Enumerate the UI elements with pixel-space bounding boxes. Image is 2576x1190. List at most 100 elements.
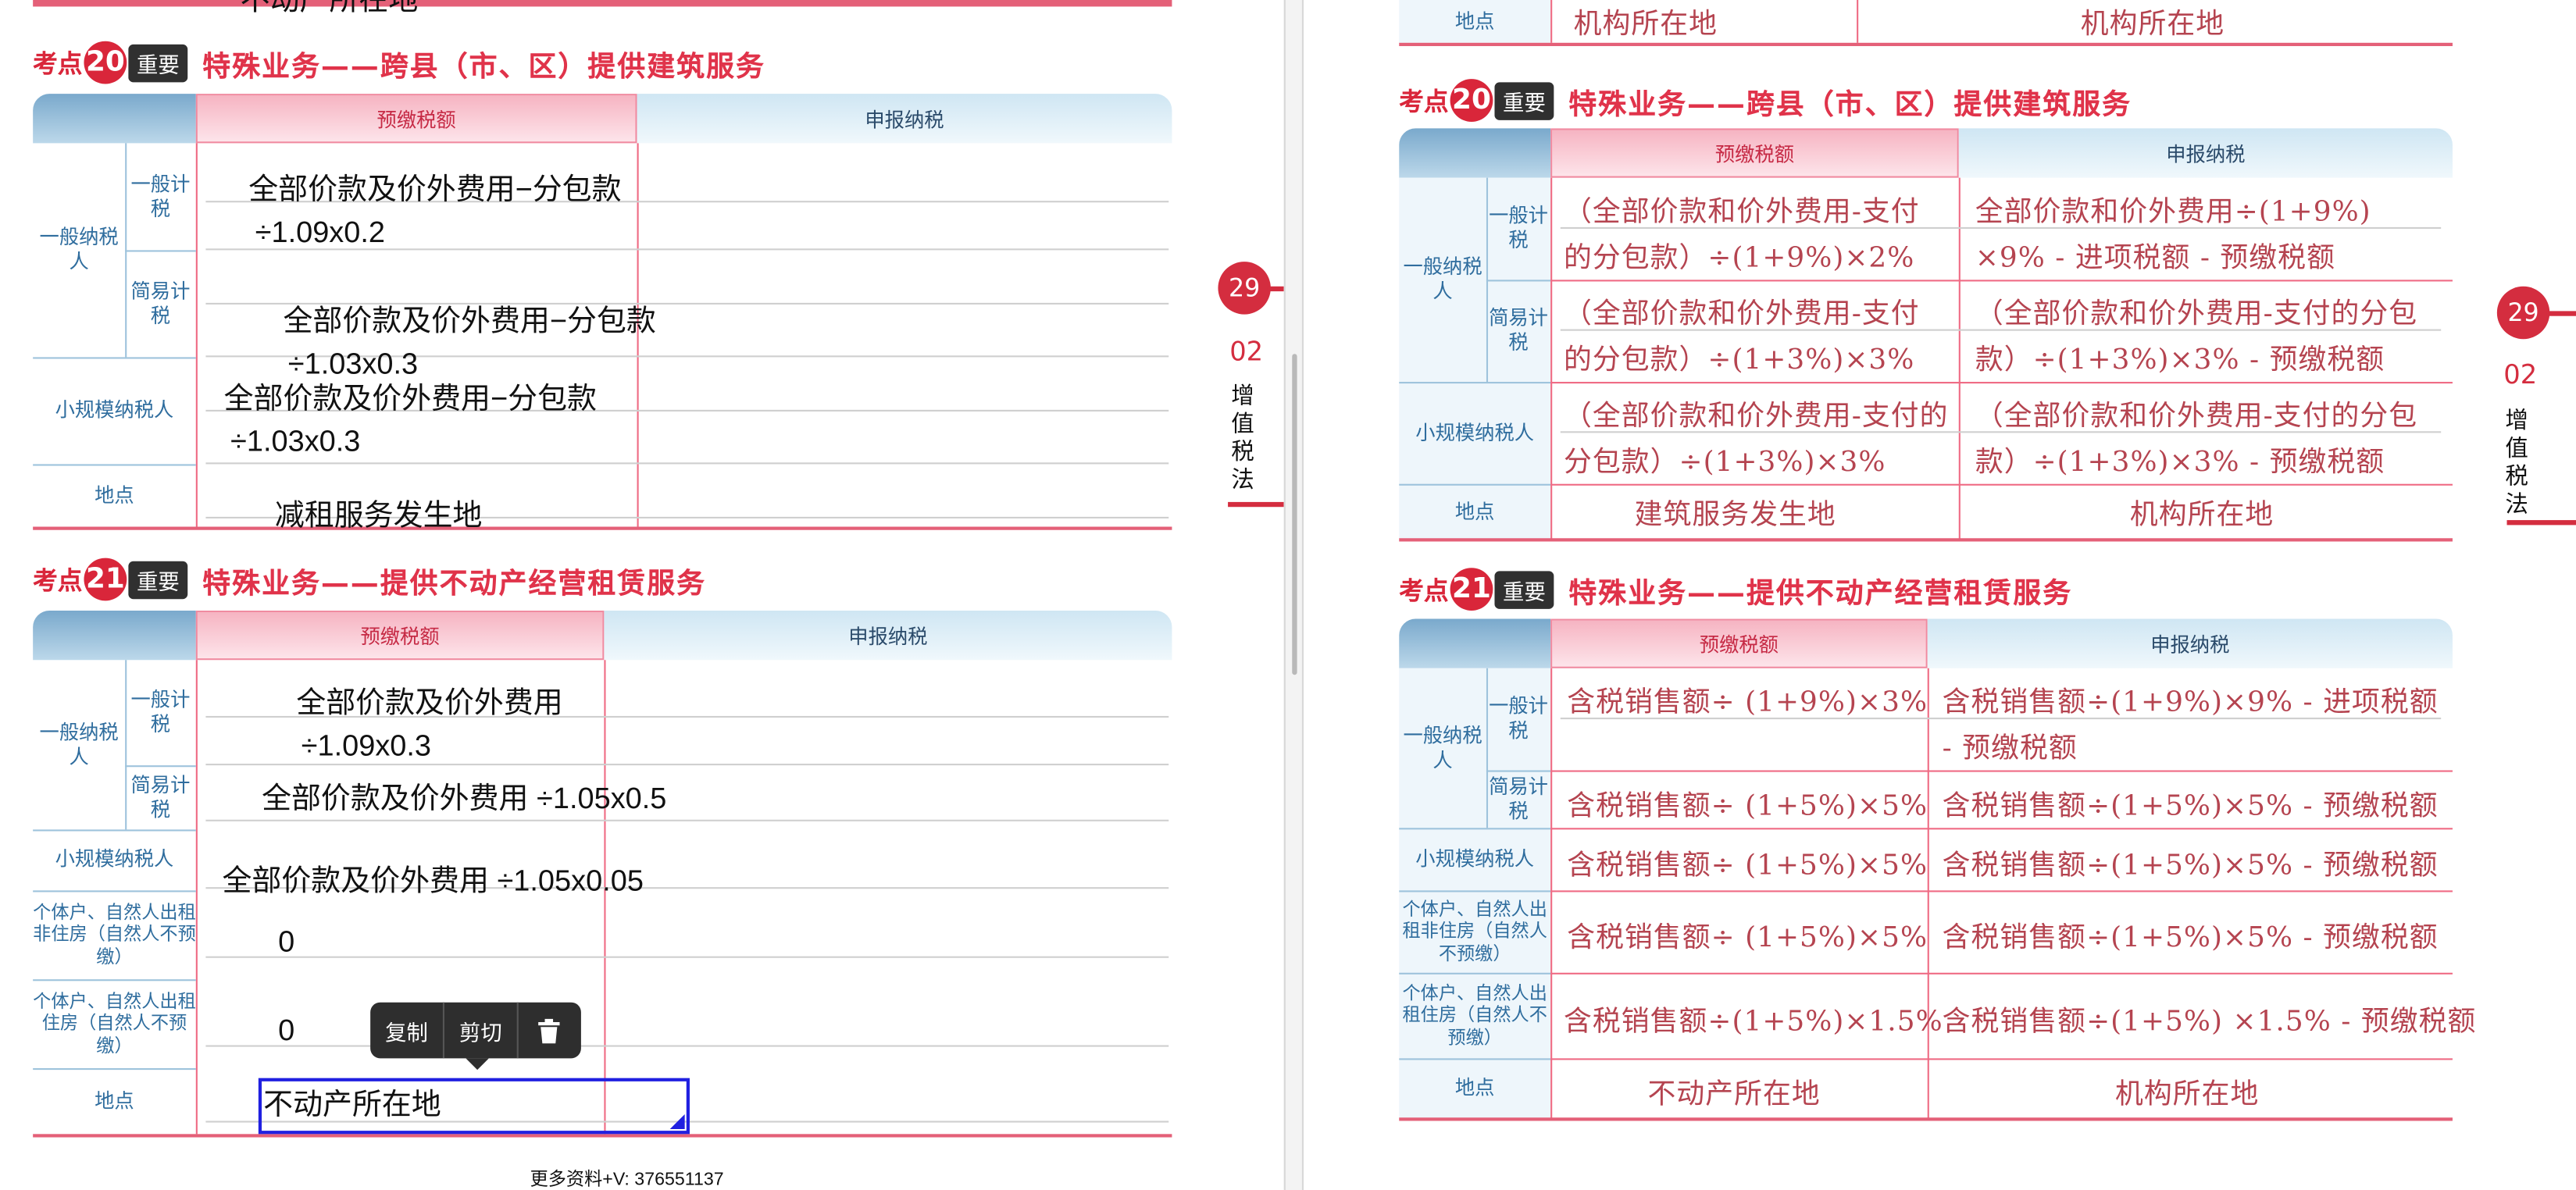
divider (1550, 770, 2453, 772)
section-title: 特殊业务——提供不动产经营租赁服务 (1568, 576, 2073, 610)
divider (33, 829, 196, 832)
annot-text[interactable]: 全部价款及价外费用−分包款 (283, 298, 655, 341)
selected-text-box[interactable]: 不动产所在地 (258, 1078, 690, 1135)
divider (1399, 1058, 1551, 1060)
handwritten-text: 机构所在地 (2129, 498, 2275, 532)
label-simple-method: 简易计税 (130, 772, 191, 821)
divider (125, 660, 127, 830)
annot-text[interactable]: 减租服务发生地 (275, 492, 483, 535)
page-number-badge: 29 (2496, 286, 2550, 340)
selected-text[interactable]: 不动产所在地 (263, 1081, 441, 1124)
label-general-method: 一般计税 (1489, 204, 1548, 252)
label-location: 地点 (1454, 1076, 1495, 1100)
header-prepay: 预缴税额 (1550, 618, 1928, 668)
divider (1399, 382, 1551, 384)
section-title: 特殊业务——提供不动产经营租赁服务 (202, 567, 707, 600)
table-bottom-rule (1399, 538, 2453, 542)
label-general-method: 一般计税 (130, 172, 191, 220)
divisor: 1.09x0.3 (317, 729, 432, 762)
scrollbar-thumb[interactable] (1292, 354, 1297, 675)
handwritten-text: 含税销售额÷(1+5%)×5% - 预缴税额 (1942, 921, 2439, 955)
annot-text[interactable]: 全部价款及价外费用 (296, 680, 562, 723)
section-title: 特殊业务——跨县（市、区）提供建筑服务 (1568, 87, 2132, 121)
label-small-taxpayer: 小规模纳税人 (1415, 420, 1535, 444)
handwritten-text: 含税销售额÷ (1+5%)×5% (1567, 789, 1928, 823)
chapter-number: 02 (1229, 336, 1264, 368)
header-declare: 申报纳税 (1958, 128, 2453, 178)
divider (1399, 828, 1551, 830)
label-general-method: 一般计税 (130, 688, 191, 736)
badge-prefix: 考点 (1399, 575, 1449, 605)
annot-main: 全部价款及价外费用 (222, 864, 489, 897)
label-general-taxpayer: 一般纳税人 (39, 720, 119, 768)
divider (1857, 0, 1859, 43)
divisor: 1.05x0.5 (552, 782, 667, 815)
handwritten-text: 含税销售额÷(1+9%)×9% - 进项税额 (1942, 686, 2439, 720)
annot-text[interactable]: 全部价款及价外费用 ÷1.05x0.5 (262, 775, 666, 818)
section-21-header: 考点 21 重要 特殊业务——提供不动产经营租赁服务 (1399, 566, 2072, 612)
label-small-taxpayer: 小规模纳税人 (55, 847, 174, 871)
divider (1550, 382, 2453, 384)
label-individual-residential: 个体户、自然人出租住房（自然人不预缴） (33, 991, 196, 1056)
badge-prefix: 考点 (1399, 86, 1449, 116)
label-general-taxpayer: 一般纳税人 (1403, 255, 1482, 303)
label-simple-method: 简易计税 (130, 279, 191, 327)
section-20-header: 考点 20 重要 特殊业务——跨县（市、区）提供建筑服务 (1399, 77, 2132, 123)
header-declare: 申报纳税 (1927, 618, 2453, 668)
divider (1550, 483, 2453, 486)
label-individual-nonresidential: 个体户、自然人出租非住房（自然人不预缴） (1402, 899, 1547, 964)
annot-text[interactable]: 全部价款及价外费用−分包款 (248, 166, 621, 209)
divider (1550, 668, 1553, 1120)
cut-button[interactable]: 剪切 (444, 1003, 517, 1059)
label-location: 地点 (95, 483, 134, 507)
label-general-method: 一般计税 (1489, 694, 1548, 743)
divider (1550, 890, 2453, 892)
table-corner (1399, 128, 1551, 178)
section-title: 特殊业务——跨县（市、区）提供建筑服务 (202, 50, 765, 84)
label-simple-method: 简易计税 (1489, 774, 1548, 822)
divider (1550, 280, 2453, 282)
handwritten-text: 款）÷(1+3%)×3% - 预缴税额 (1975, 446, 2385, 479)
annot-text[interactable]: 全部价款及价外费用−分包款 (224, 376, 597, 419)
annot-text[interactable]: ÷1.09x0.2 (255, 216, 385, 250)
divider (195, 143, 198, 527)
right-page: 地点 机构所在地 机构所在地 考点 20 重要 特殊业务——跨县（市、区）提供建… (1304, 0, 2576, 1190)
handwritten-text: 全部价款和价外费用÷(1+9%) (1975, 195, 2371, 229)
label-general-taxpayer: 一般纳税人 (1403, 723, 1482, 771)
handwritten-text: 含税销售额÷(1+5%)×5% - 预缴税额 (1942, 789, 2439, 823)
clipped-top-table: 地点 机构所在地 机构所在地 (1399, 0, 2453, 47)
handwritten-text: 款）÷(1+3%)×3% - 预缴税额 (1975, 344, 2385, 377)
copy-button[interactable]: 复制 (370, 1003, 443, 1059)
table-corner (33, 94, 196, 144)
badge-important: 重要 (1494, 570, 1554, 608)
divisor: 1.09x0.2 (271, 216, 386, 249)
annot-text[interactable]: 0 (278, 1014, 294, 1048)
page-number-badge: 29 (1218, 262, 1271, 315)
chapter-number: 02 (2503, 358, 2538, 390)
handwritten-text: 的分包款）÷(1+3%)×3% (1563, 344, 1915, 377)
handwritten-text: 分包款）÷(1+3%)×3% (1563, 446, 1886, 479)
writing-line (205, 764, 1169, 766)
divider (33, 979, 196, 982)
header-declare: 申报纳税 (604, 611, 1172, 661)
page-divider[interactable] (1283, 0, 1304, 1190)
annot-text[interactable]: 0 (278, 925, 294, 960)
annot-text[interactable]: 全部价款及价外费用 ÷1.05x0.05 (222, 857, 643, 900)
resize-handle[interactable] (669, 1114, 685, 1129)
handwritten-text: 建筑服务发生地 (1634, 498, 1836, 532)
label-individual-residential: 个体户、自然人出租住房（自然人不预缴） (1402, 982, 1547, 1048)
badge-number: 21 (84, 558, 127, 601)
label-simple-method: 简易计税 (1489, 306, 1548, 355)
handwritten-text: 含税销售额÷ (1+5%)×5% (1567, 849, 1928, 882)
delete-button[interactable] (519, 1003, 580, 1059)
table-bottom-rule (1399, 42, 2453, 47)
handwritten-text: - 预缴税额 (1942, 732, 2078, 766)
annot-text[interactable]: ÷1.09x0.3 (301, 729, 431, 764)
badge-important: 重要 (1494, 81, 1554, 119)
divider (33, 357, 196, 359)
table-corner (1399, 618, 1551, 668)
table-bottom-rule (33, 526, 1172, 530)
annot-text[interactable]: ÷1.03x0.3 (230, 425, 360, 459)
divide-sign: ÷ (255, 216, 272, 249)
tab-line (1267, 286, 1284, 292)
